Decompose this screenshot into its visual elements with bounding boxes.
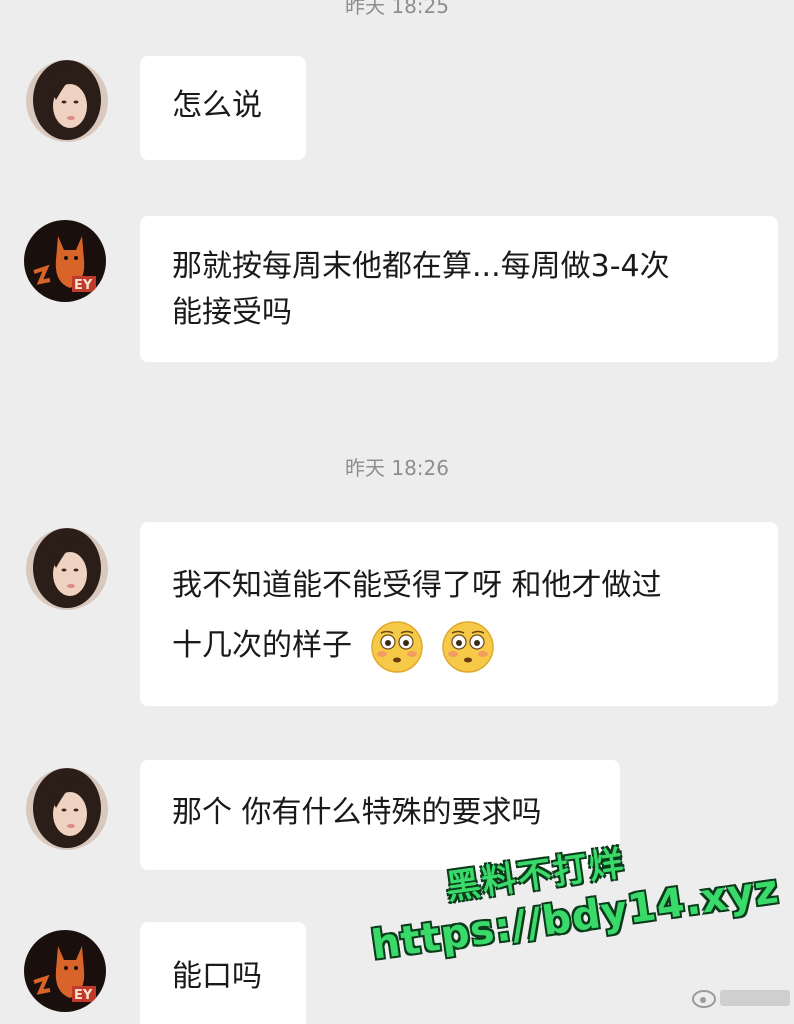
timestamp-top: 昨天 18:25 (345, 0, 449, 18)
chat-screen: 昨天 18:25 怎么说 EY 那就按每周末他都在算...每周做3-4次 能接受… (0, 0, 794, 1024)
message-text: 我不知道能不能受得了呀 和他才做过 (172, 568, 662, 603)
avatar-her[interactable] (26, 768, 108, 850)
message-bubble-5[interactable]: 能口吗 (140, 922, 306, 1024)
timestamp-mid: 昨天 18:26 (345, 456, 449, 480)
message-text: 能口吗 (172, 959, 262, 994)
flushed-face-icon (370, 620, 423, 673)
message-text: 怎么说 (172, 88, 262, 123)
message-bubble-3[interactable]: 我不知道能不能受得了呀 和他才做过 十几次的样子 (140, 522, 778, 706)
avatar-him[interactable]: EY (24, 220, 106, 302)
woman-portrait-icon (26, 528, 108, 610)
message-text-with-emoji: 十几次的样子 (172, 616, 778, 676)
avatar-her[interactable] (26, 60, 108, 142)
message-bubble-1[interactable]: 怎么说 (140, 56, 306, 160)
cat-logo-icon: EY (24, 220, 106, 302)
svg-text:EY: EY (74, 278, 93, 293)
svg-text:EY: EY (74, 988, 93, 1003)
message-text: 那个 你有什么特殊的要求吗 (172, 795, 542, 830)
message-text: 能接受吗 (172, 295, 292, 330)
avatar-him[interactable]: EY (24, 930, 106, 1012)
woman-portrait-icon (26, 60, 108, 142)
message-text: 十几次的样子 (172, 628, 352, 663)
weibo-logo-icon (692, 990, 790, 1008)
woman-portrait-icon (26, 768, 108, 850)
avatar-her[interactable] (26, 528, 108, 610)
flushed-face-icon (442, 620, 494, 673)
message-text: 那就按每周末他都在算...每周做3-4次 (172, 249, 670, 284)
message-bubble-2[interactable]: 那就按每周末他都在算...每周做3-4次 能接受吗 (140, 216, 778, 362)
cat-logo-icon: EY (24, 930, 106, 1012)
